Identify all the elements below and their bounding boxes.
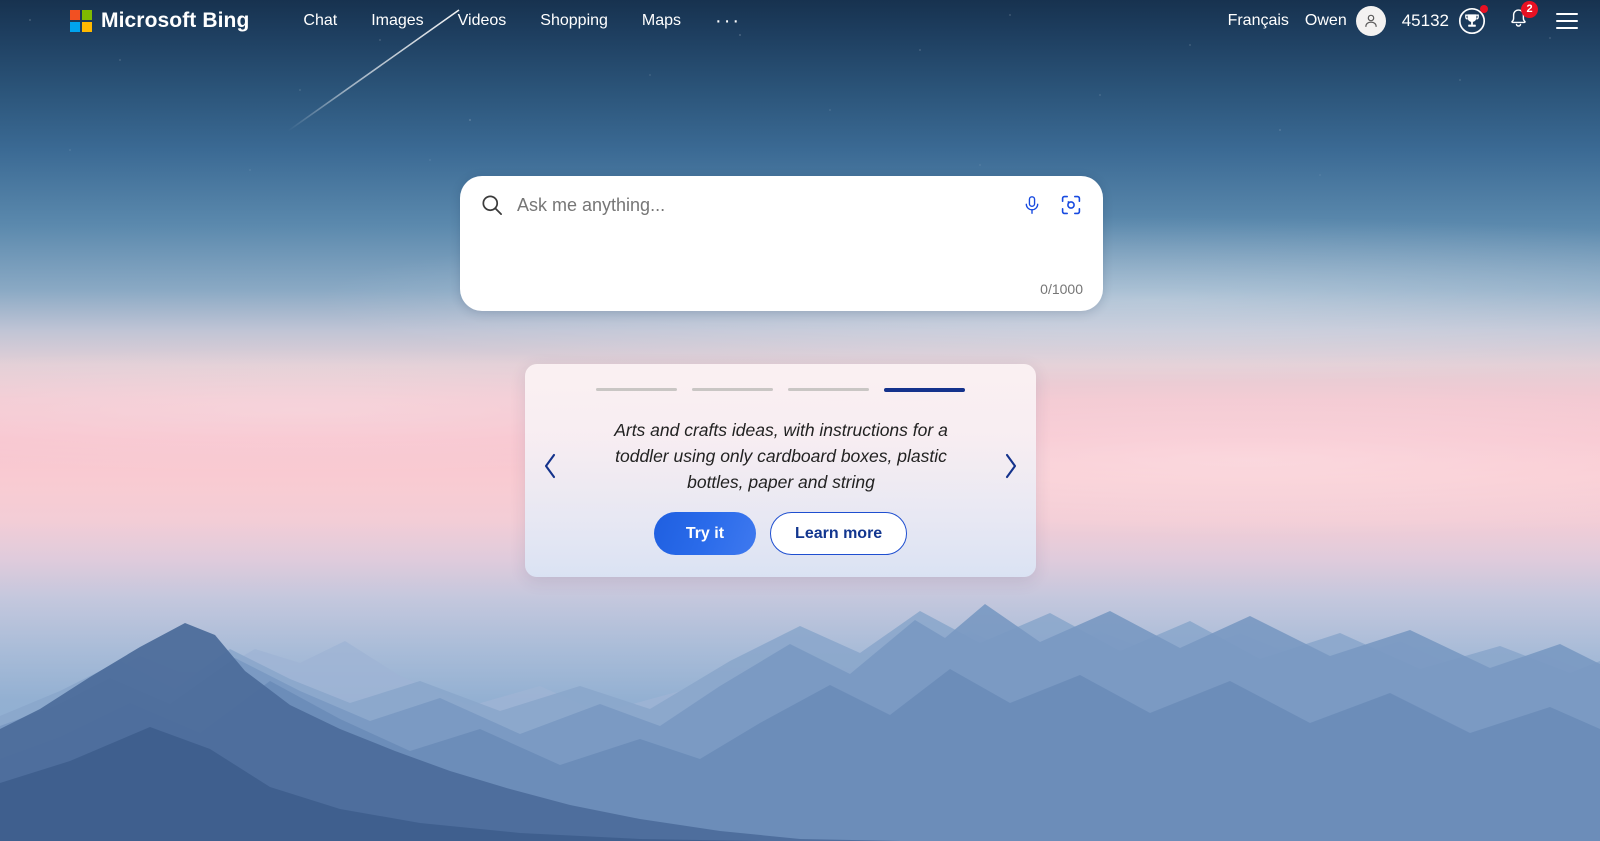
card-actions: Try it Learn more — [525, 512, 1036, 555]
chevron-right-icon — [1005, 453, 1017, 479]
nav-videos[interactable]: Videos — [458, 12, 507, 30]
nav-shopping[interactable]: Shopping — [540, 12, 608, 30]
microphone-glyph — [1025, 196, 1039, 214]
bing-logo-brand[interactable]: Microsoft Bing — [70, 9, 249, 33]
bing-homepage: Microsoft Bing Chat Images Videos Shoppi… — [0, 0, 1600, 841]
notification-count-badge: 2 — [1521, 1, 1538, 18]
nav-images[interactable]: Images — [371, 12, 423, 30]
try-it-button[interactable]: Try it — [653, 512, 757, 555]
header-right-cluster: Français Owen 45132 2 — [1228, 1, 1578, 36]
carousel-indicator-1[interactable] — [596, 388, 677, 391]
microphone-icon[interactable] — [1021, 194, 1043, 216]
chevron-left-icon — [544, 453, 556, 479]
nav-more-button[interactable]: ··· — [715, 11, 741, 31]
camera-visual-search-icon[interactable] — [1059, 193, 1083, 217]
hamburger-menu-icon[interactable] — [1556, 13, 1578, 29]
visual-search-glyph — [1061, 195, 1081, 215]
user-name: Owen — [1304, 12, 1347, 29]
avatar — [1355, 6, 1386, 36]
notifications-button[interactable]: 2 — [1507, 1, 1538, 35]
language-selector[interactable]: Français — [1228, 12, 1289, 30]
carousel-indicators — [525, 387, 1036, 392]
carousel-prev-button[interactable] — [542, 452, 559, 480]
rewards-points: 45132 — [1401, 11, 1449, 30]
magnifier-icon — [482, 195, 502, 215]
person-icon — [1365, 14, 1377, 27]
rewards-button[interactable]: 45132 — [1401, 5, 1488, 36]
carousel-indicator-2[interactable] — [692, 388, 773, 391]
carousel-indicator-3[interactable] — [788, 388, 869, 391]
suggestion-card: Arts and crafts ideas, with instructions… — [525, 364, 1036, 577]
search-action-icons — [1021, 193, 1083, 217]
brand-name: Microsoft Bing — [101, 9, 250, 32]
learn-more-button[interactable]: Learn more — [770, 512, 908, 555]
main-nav: Chat Images Videos Shopping Maps ··· — [303, 11, 741, 31]
mountain-layer-closest — [0, 727, 1600, 841]
suggestion-text: Arts and crafts ideas, with instructions… — [614, 420, 948, 492]
microsoft-logo-icon — [70, 10, 92, 32]
search-input-row — [460, 176, 1103, 234]
nav-chat[interactable]: Chat — [303, 12, 337, 30]
search-box[interactable]: 0/1000 — [460, 176, 1103, 311]
user-account[interactable]: Owen — [1305, 6, 1386, 36]
search-input[interactable] — [517, 194, 1021, 216]
rewards-alert-dot — [1480, 5, 1488, 13]
carousel-indicator-4[interactable] — [884, 387, 965, 392]
search-icon — [479, 192, 505, 218]
character-counter: 0/1000 — [1040, 281, 1083, 297]
rewards-badge — [1457, 5, 1488, 36]
nav-maps[interactable]: Maps — [642, 12, 681, 30]
carousel-next-button[interactable] — [1002, 452, 1019, 480]
top-navigation-bar: Microsoft Bing Chat Images Videos Shoppi… — [0, 0, 1600, 42]
